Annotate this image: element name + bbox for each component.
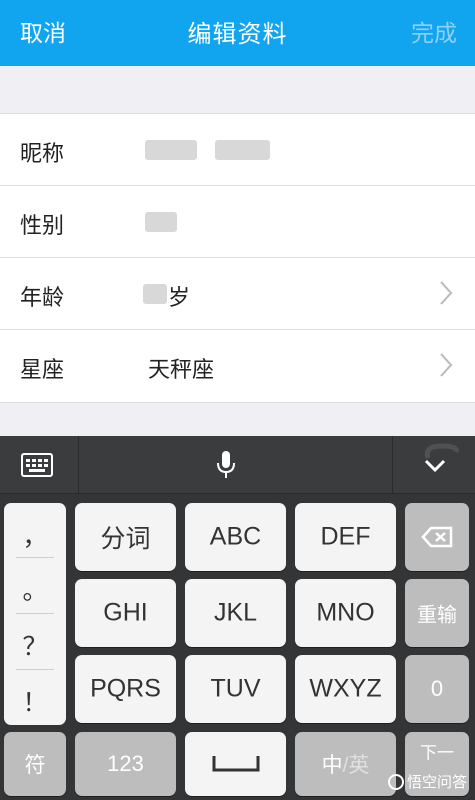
key-mno[interactable]: MNO [295,579,396,647]
chevron-down-icon[interactable] [424,458,446,474]
period-key[interactable]: 。 [4,571,66,607]
key-label: DEF [320,522,371,551]
toolbar-divider [78,436,79,494]
gender-label: 性别 [20,214,65,239]
nickname-label: 昵称 [20,142,65,167]
keyboard-toolbar [0,436,475,494]
key-tuv[interactable]: TUV [185,655,286,723]
key-label: 分词 [100,525,151,553]
divider [16,669,54,670]
key-pqrs[interactable]: PQRS [75,655,176,723]
key-fenci[interactable]: 分词 [75,503,176,571]
wukong-logo-icon [387,774,404,790]
key-label: GHI [103,598,148,627]
profile-form: 昵称 性别 年龄 岁 星座 天秤座 [0,113,475,403]
space-icon [212,756,260,772]
retype-key[interactable]: 重输 [405,579,469,647]
done-button[interactable]: 完成 [411,14,457,48]
age-row[interactable]: 年龄 岁 [0,258,475,330]
backspace-icon [421,526,453,548]
key-label: TUV [210,674,261,703]
watermark: 悟空问答 [387,771,467,792]
chevron-right-icon [440,281,453,305]
zero-key[interactable]: 0 [405,655,469,723]
page-title: 编辑资料 [187,20,288,48]
key-label: 下一 [420,743,454,763]
key-label: ABC [209,522,262,551]
divider [16,557,54,558]
space-key[interactable] [185,732,286,796]
zodiac-row[interactable]: 星座 天秤座 [0,330,475,402]
key-label: MNO [316,598,375,627]
zodiac-value: 天秤座 [148,358,215,383]
zodiac-label: 星座 [20,358,65,383]
language-switch-key[interactable]: 中/英 [295,732,396,796]
nav-bar: 取消 编辑资料 完成 [0,0,475,66]
key-ghi[interactable]: GHI [75,579,176,647]
divider [16,613,54,614]
age-unit: 岁 [168,286,191,311]
chevron-right-icon [440,353,453,377]
key-label: 0 [430,676,444,701]
numbers-key[interactable]: 123 [75,732,176,796]
key-wxyz[interactable]: WXYZ [295,655,396,723]
question-key[interactable]: ？ [4,627,66,663]
blurred-nickname-2 [215,140,270,160]
microphone-icon[interactable] [215,450,237,480]
blurred-age [143,284,167,304]
delete-key[interactable] [405,503,469,571]
key-label: PQRS [90,674,161,703]
key-label: 中/英 [295,749,396,779]
toolbar-divider [392,436,393,494]
key-abc[interactable]: ABC [185,503,286,571]
key-label: 重输 [417,604,457,627]
key-label: 符 [24,754,46,777]
watermark-text: 悟空问答 [406,773,467,791]
symbols-key[interactable]: 符 [4,732,66,796]
key-label: 123 [107,751,144,776]
lang-cn-label: 中 [321,754,343,777]
gender-row[interactable]: 性别 [0,186,475,258]
keyboard-icon[interactable] [20,452,54,478]
comma-key[interactable]: ， [4,517,66,553]
key-label: JKL [213,598,258,627]
blurred-gender [145,212,177,232]
key-jkl[interactable]: JKL [185,579,286,647]
age-label: 年龄 [20,286,65,311]
key-label: WXYZ [309,674,382,703]
exclamation-key[interactable]: ！ [4,683,66,719]
blurred-nickname [145,140,197,160]
lang-en-label: 英 [348,754,370,777]
nickname-row[interactable]: 昵称 [0,114,475,186]
ime-keyboard: ， 。 ？ ！ 分词 ABC DEF GHI JKL MNO 重输 PQRS T… [0,436,475,800]
punctuation-column[interactable]: ， 。 ？ ！ [4,503,66,725]
key-def[interactable]: DEF [295,503,396,571]
